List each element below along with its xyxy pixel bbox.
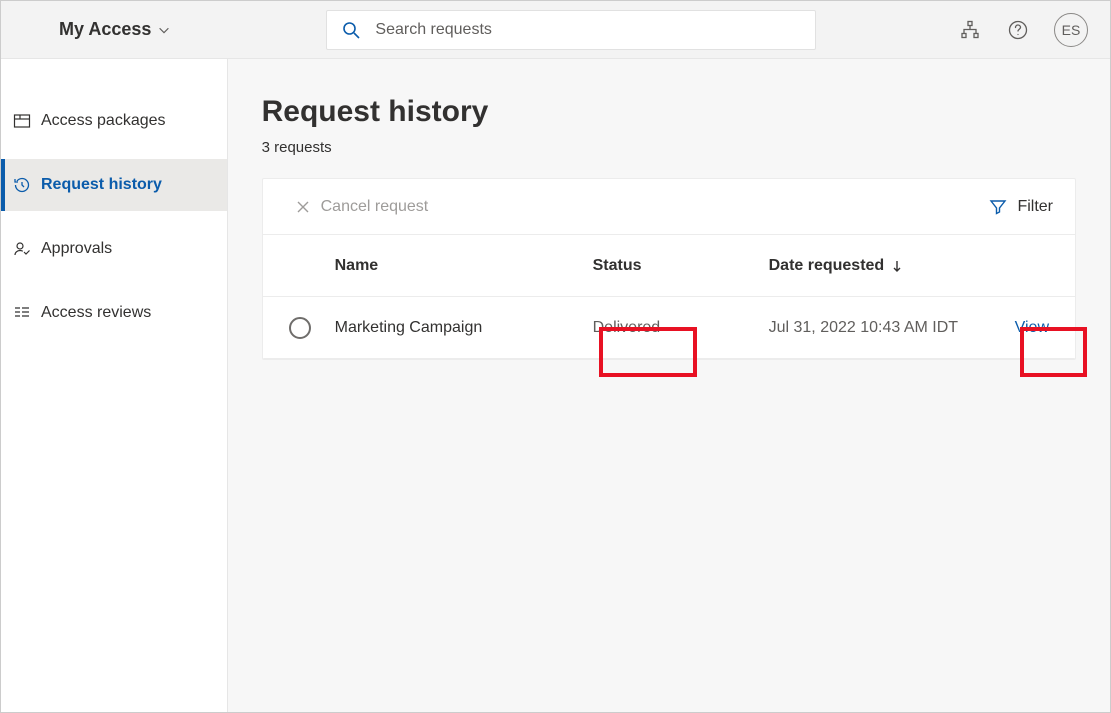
reviews-icon xyxy=(13,304,31,322)
sidebar-item-request-history[interactable]: Request history xyxy=(1,159,227,211)
chevron-down-icon xyxy=(157,23,171,37)
avatar[interactable]: ES xyxy=(1054,13,1088,47)
cell-date: Jul 31, 2022 10:43 AM IDT xyxy=(769,319,1015,337)
topbar-actions: ES xyxy=(958,13,1100,47)
history-icon xyxy=(13,176,31,194)
column-header-status[interactable]: Status xyxy=(593,257,769,275)
table-row[interactable]: Marketing Campaign Delivered Jul 31, 202… xyxy=(263,297,1075,359)
table-header: Name Status Date requested xyxy=(263,235,1075,297)
avatar-initials: ES xyxy=(1062,22,1081,38)
cell-status: Delivered xyxy=(593,319,769,337)
help-icon xyxy=(1008,20,1028,40)
view-link[interactable]: View xyxy=(1015,319,1049,336)
sitemap-icon xyxy=(960,20,980,40)
brand-dropdown[interactable]: My Access xyxy=(1,19,171,40)
sidebar: Access packages Request history Approval… xyxy=(1,59,228,712)
search-input[interactable] xyxy=(375,21,801,39)
request-panel: Cancel request Filter Name Status Date r… xyxy=(262,178,1076,360)
column-header-name[interactable]: Name xyxy=(335,257,593,275)
filter-button[interactable]: Filter xyxy=(989,198,1053,216)
filter-icon xyxy=(989,198,1007,216)
sidebar-item-access-packages[interactable]: Access packages xyxy=(1,95,227,147)
page-subtitle: 3 requests xyxy=(262,139,1076,156)
brand-label: My Access xyxy=(59,19,151,40)
approvals-icon xyxy=(13,240,31,258)
search-icon xyxy=(341,20,361,40)
sidebar-item-label: Access packages xyxy=(41,112,166,130)
sidebar-item-approvals[interactable]: Approvals xyxy=(1,223,227,275)
cell-name: Marketing Campaign xyxy=(335,319,593,337)
panel-toolbar: Cancel request Filter xyxy=(263,179,1075,235)
sidebar-item-access-reviews[interactable]: Access reviews xyxy=(1,287,227,339)
main-content: Request history 3 requests Cancel reques… xyxy=(228,59,1110,712)
directories-button[interactable] xyxy=(958,18,982,42)
sidebar-item-label: Request history xyxy=(41,176,162,194)
search-box[interactable] xyxy=(326,10,816,50)
row-select-radio[interactable] xyxy=(289,317,311,339)
cancel-request-label: Cancel request xyxy=(321,198,429,216)
filter-label: Filter xyxy=(1017,198,1053,216)
page-title: Request history xyxy=(262,95,1076,129)
sidebar-item-label: Approvals xyxy=(41,240,112,258)
sort-down-icon xyxy=(890,259,904,273)
help-button[interactable] xyxy=(1006,18,1030,42)
package-icon xyxy=(13,112,31,130)
cancel-request-button[interactable]: Cancel request xyxy=(285,198,429,216)
top-bar: My Access ES xyxy=(1,1,1110,59)
sidebar-item-label: Access reviews xyxy=(41,304,151,322)
close-icon xyxy=(295,199,311,215)
column-header-date[interactable]: Date requested xyxy=(769,257,1015,275)
